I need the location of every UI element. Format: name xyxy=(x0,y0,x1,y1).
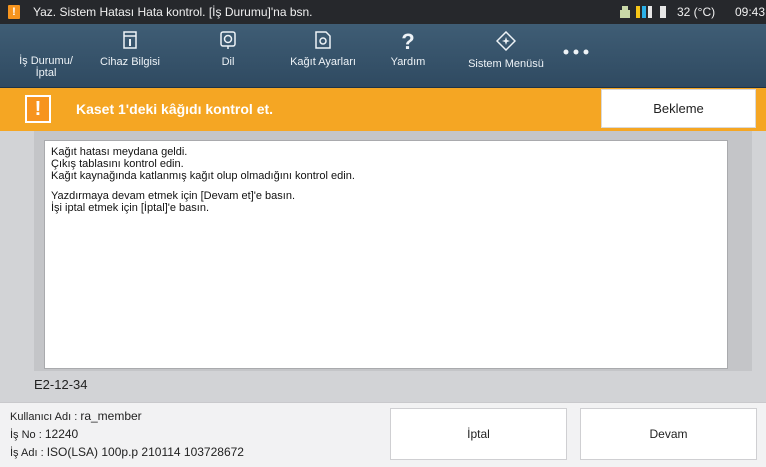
continue-button[interactable]: Devam xyxy=(580,408,757,460)
user-name-value: ra_member xyxy=(80,409,142,423)
help-label: Yardım xyxy=(390,56,426,68)
alert-message: Kaset 1'deki kâğıdı kontrol et. xyxy=(76,101,274,117)
help-icon: ? xyxy=(401,31,414,53)
message-line: Kağıt hatası meydana geldi. xyxy=(51,146,188,158)
error-code: E2-12-34 xyxy=(34,377,88,392)
job-number-info: İş No : 12240 xyxy=(10,427,78,441)
message-line: İşi iptal etmek için [İptal]'e basın. xyxy=(51,202,210,214)
user-name-info: Kullanıcı Adı : ra_member xyxy=(10,409,142,423)
job-name-info: İş Adı : ISO(LSA) 100p.p 210114 10372867… xyxy=(10,445,244,459)
job-status-label: İş Durumu/ xyxy=(19,55,73,67)
wait-button[interactable]: Bekleme xyxy=(601,89,756,128)
system-menu-button[interactable]: Sistem Menüsü xyxy=(463,24,549,87)
usb-icon xyxy=(620,6,630,18)
language-label: Dil xyxy=(221,56,235,68)
paper-settings-icon xyxy=(315,31,331,49)
system-menu-icon xyxy=(496,31,516,51)
device-info-label: Cihaz Bilgisi xyxy=(100,56,160,68)
status-bar: ! Yaz. Sistem Hatası Hata kontrol. [İş D… xyxy=(0,0,766,24)
language-icon xyxy=(220,31,236,49)
user-name-label: Kullanıcı Adı : xyxy=(10,411,78,423)
toner-level-icon xyxy=(636,6,652,18)
more-icon xyxy=(563,49,589,55)
device-info-button[interactable]: Cihaz Bilgisi xyxy=(92,24,168,87)
temperature-readout: 32 (°C) xyxy=(677,5,716,19)
clock: 09:43 xyxy=(735,5,766,19)
status-title: Yaz. Sistem Hatası Hata kontrol. [İş Dur… xyxy=(33,5,313,19)
alert-warning-icon: ! xyxy=(25,95,51,123)
device-info-icon xyxy=(123,31,137,49)
job-status-cancel-button[interactable]: İş Durumu/ İptal xyxy=(6,24,86,87)
warning-icon: ! xyxy=(8,5,20,19)
language-button[interactable]: Dil xyxy=(205,24,251,87)
paper-settings-label: Kağıt Ayarları xyxy=(290,56,356,68)
job-number-label: İş No : xyxy=(10,429,42,441)
paper-settings-button[interactable]: Kağıt Ayarları xyxy=(283,24,363,87)
help-button[interactable]: ? Yardım xyxy=(385,24,431,87)
more-button[interactable] xyxy=(556,24,596,87)
message-line: Çıkış tablasını kontrol edin. xyxy=(51,158,184,170)
svg-text:?: ? xyxy=(401,31,414,53)
error-message-box: Kağıt hatası meydana geldi. Çıkış tablas… xyxy=(44,140,728,369)
job-number-value: 12240 xyxy=(44,427,79,441)
cancel-button[interactable]: İptal xyxy=(390,408,567,460)
job-name-value: ISO(LSA) 100p.p 210114 103728672 xyxy=(46,445,244,459)
waste-toner-icon xyxy=(660,6,666,18)
message-line: Kağıt kaynağında katlanmış kağıt olup ol… xyxy=(51,170,355,182)
message-line: Yazdırmaya devam etmek için [Devam et]'e… xyxy=(51,190,295,202)
job-cancel-label: İptal xyxy=(35,67,57,79)
toolbar: İş Durumu/ İptal Cihaz Bilgisi Dil Kağıt… xyxy=(0,24,766,88)
system-menu-label: Sistem Menüsü xyxy=(468,58,544,70)
job-name-label: İş Adı : xyxy=(10,447,44,459)
